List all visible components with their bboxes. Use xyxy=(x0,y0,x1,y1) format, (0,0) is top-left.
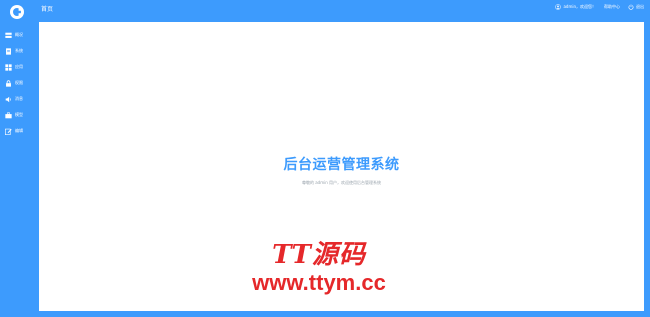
logout-button[interactable]: 退出 xyxy=(628,4,644,10)
overview-icon xyxy=(5,32,12,39)
user-menu[interactable]: admin，欢迎您！ xyxy=(555,4,596,10)
speaker-icon xyxy=(5,96,12,103)
sidebar-item-label: 模型 xyxy=(15,112,23,117)
briefcase-icon xyxy=(5,111,12,119)
sidebar-item-models[interactable]: 模型 xyxy=(0,107,39,123)
sidebar-item-label: 编辑 xyxy=(15,128,23,133)
power-icon xyxy=(628,4,634,10)
document-icon xyxy=(5,47,12,55)
logout-label: 退出 xyxy=(636,4,644,9)
welcome-text: 尊敬的 admin 用户，欢迎使用后台管理系统 xyxy=(301,180,382,185)
sidebar-item-permissions[interactable]: 权限 xyxy=(0,75,39,91)
sidebar-item-apps[interactable]: 应用 xyxy=(0,59,39,75)
help-center-link[interactable]: 帮助中心 xyxy=(604,4,620,10)
sidebar-item-edit[interactable]: 编辑 xyxy=(0,123,39,139)
apps-grid-icon xyxy=(5,63,12,71)
watermark-logo: TT源码 xyxy=(272,240,366,270)
user-icon xyxy=(555,4,562,10)
sidebar-item-label: 概况 xyxy=(15,32,23,37)
app-logo[interactable] xyxy=(10,5,24,19)
header-actions: admin，欢迎您！ 帮助中心 退出 xyxy=(547,4,644,10)
system-title: 后台运营管理系统 xyxy=(283,157,400,173)
sidebar-item-label: 权限 xyxy=(15,80,23,85)
watermark-url: www.ttym.cc xyxy=(252,270,386,295)
sidebar: 概况 系统 应用 权限 消息 模型 编辑 xyxy=(0,0,39,317)
sidebar-item-label: 消息 xyxy=(15,96,23,101)
sidebar-item-system[interactable]: 系统 xyxy=(0,43,39,59)
edit-icon xyxy=(5,128,12,135)
lock-icon xyxy=(5,79,12,87)
main-content: 后台运营管理系统 尊敬的 admin 用户，欢迎使用后台管理系统 TT源码 ww… xyxy=(39,22,644,311)
user-greeting: admin，欢迎您！ xyxy=(563,4,596,9)
sidebar-item-overview[interactable]: 概况 xyxy=(0,27,39,43)
sidebar-item-messages[interactable]: 消息 xyxy=(0,91,39,107)
help-center-label: 帮助中心 xyxy=(604,4,620,9)
sidebar-nav: 概况 系统 应用 权限 消息 模型 编辑 xyxy=(0,27,39,139)
page-title: 首页 xyxy=(41,6,54,13)
sidebar-item-label: 系统 xyxy=(15,48,23,53)
sidebar-item-label: 应用 xyxy=(15,64,23,69)
top-header: 首页 admin，欢迎您！ 帮助中心 退出 xyxy=(39,0,650,20)
